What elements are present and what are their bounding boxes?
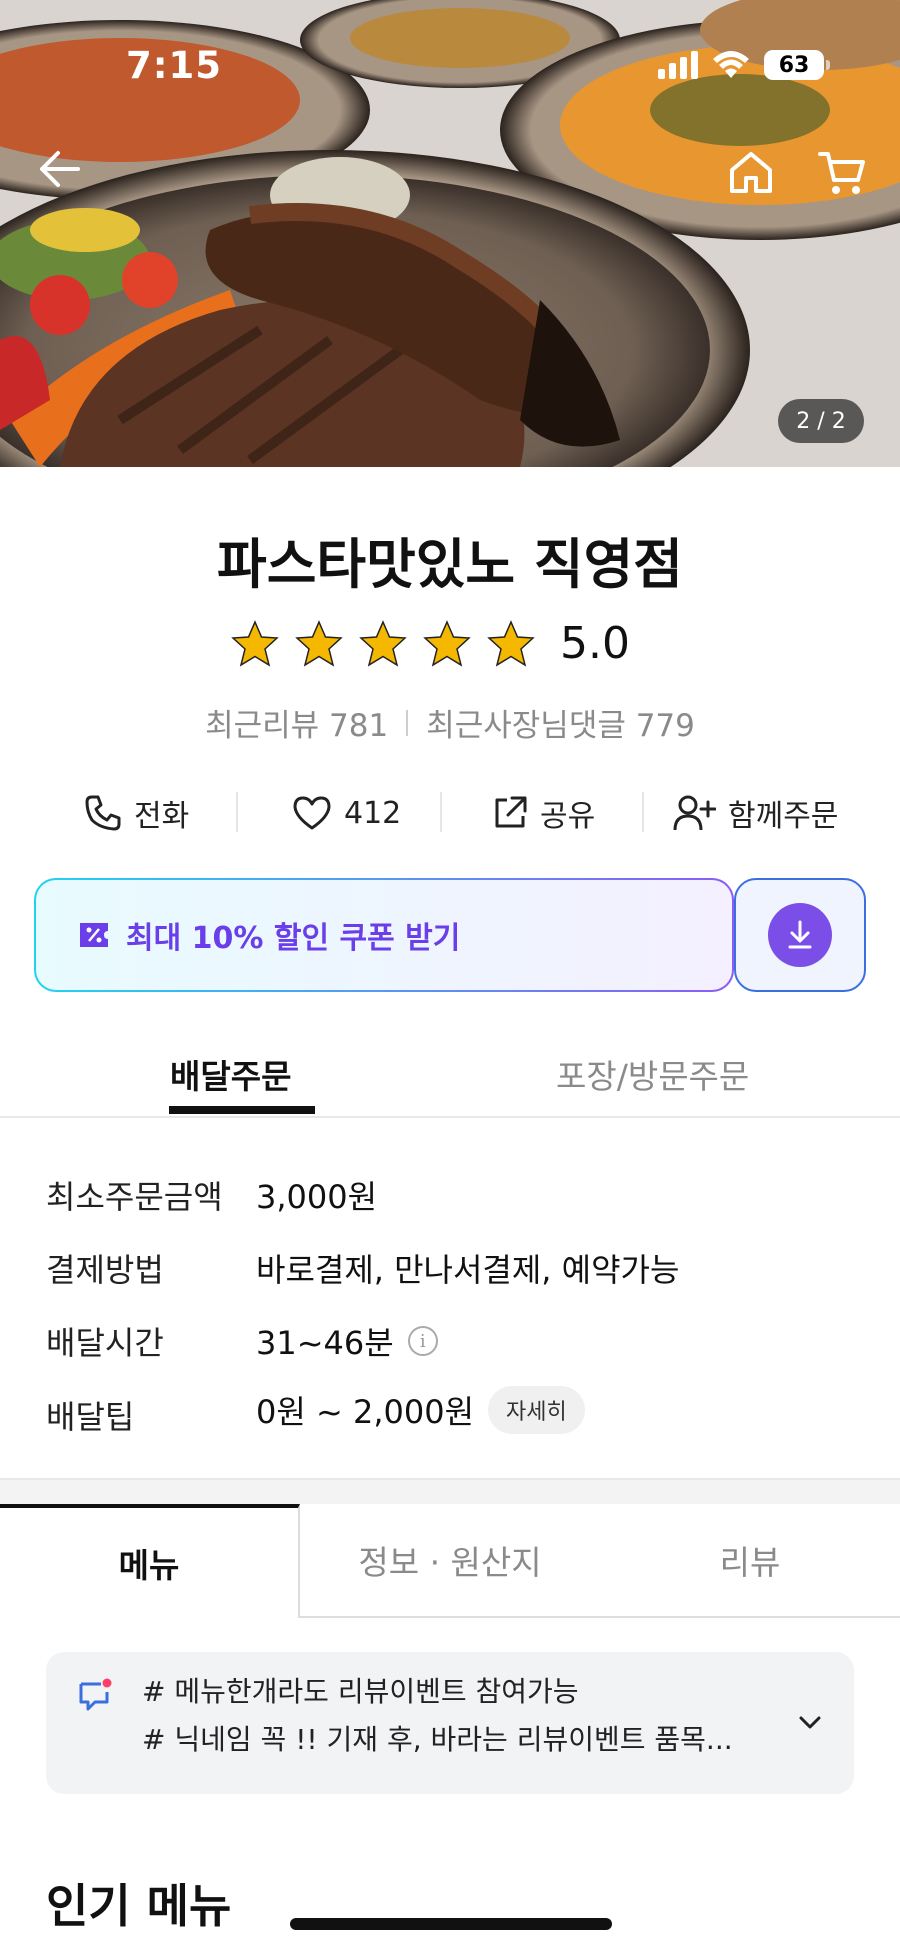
rating-row[interactable]: 5.0 [230, 618, 630, 669]
cart-button[interactable] [818, 150, 866, 200]
store-section-tabs: 메뉴 정보 · 원산지 리뷰 [0, 1504, 900, 1618]
battery-indicator: 63 [764, 50, 830, 80]
status-icons: 63 [658, 50, 830, 80]
group-order-button[interactable]: 함께주문 [672, 788, 838, 838]
delivery-tip-label: 배달팁 [46, 1398, 135, 1436]
signal-icon [658, 51, 698, 79]
coupon-download-button[interactable] [734, 878, 866, 992]
chevron-down-icon[interactable] [796, 1708, 824, 1736]
store-notice[interactable]: # 메뉴한개라도 리뷰이벤트 참여가능 # 닉네임 꼭 !! 기재 후, 바라는… [46, 1652, 854, 1794]
tab-delivery-order[interactable]: 배달주문 [170, 1050, 291, 1098]
tab-pickup-order[interactable]: 포장/방문주문 [556, 1050, 749, 1098]
notice-line-1: # 메뉴한개라도 리뷰이벤트 참여가능 [142, 1675, 579, 1708]
share-button[interactable]: 공유 [492, 788, 595, 838]
tab-menu[interactable]: 메뉴 [0, 1504, 300, 1618]
coupon-icon [80, 923, 108, 947]
delivery-time-label: 배달시간 [46, 1324, 164, 1362]
review-counts[interactable]: 최근리뷰 781 최근사장님댓글 779 [0, 700, 900, 745]
divider [642, 792, 644, 832]
call-button[interactable]: 전화 [84, 788, 189, 838]
arrow-left-icon [40, 151, 80, 187]
image-page-counter: 2 / 2 [778, 399, 864, 443]
delivery-tip-details-button[interactable]: 자세히 [488, 1386, 585, 1434]
back-button[interactable] [38, 150, 80, 192]
divider [236, 792, 238, 832]
home-indicator[interactable] [290, 1918, 612, 1930]
tab-info-origin[interactable]: 정보 · 원산지 [300, 1504, 600, 1618]
info-icon[interactable]: i [407, 1326, 438, 1356]
divider [406, 709, 409, 736]
store-hero-image[interactable]: 7:15 63 2 / 2 [0, 0, 900, 467]
star-icon [487, 619, 535, 667]
notice-line-2: # 닉네임 꼭 !! 기재 후, 바라는 리뷰이벤트 품목... [142, 1723, 733, 1756]
tab-reviews[interactable]: 리뷰 [600, 1504, 900, 1618]
order-type-tabs: 배달주문 포장/방문주문 [0, 1040, 900, 1118]
share-label: 공유 [540, 799, 596, 834]
star-icon [231, 619, 279, 667]
like-count: 412 [344, 795, 402, 831]
delivery-tip-range: 0원 ~ 2,000원 [256, 1393, 475, 1431]
delivery-time-value: 31~46분 i [256, 1318, 438, 1364]
star-icon [295, 619, 343, 667]
wifi-icon [713, 51, 749, 78]
owner-replies-count[interactable]: 최근사장님댓글 779 [426, 700, 695, 745]
share-icon [495, 796, 527, 828]
phone-icon [85, 795, 121, 831]
chat-notice-icon [79, 1678, 112, 1711]
active-tab-indicator [169, 1106, 315, 1114]
call-label: 전화 [134, 799, 190, 834]
star-icon [423, 619, 471, 667]
like-button[interactable]: 412 [292, 788, 401, 838]
coupon-label: 최대 10% 할인 쿠폰 받기 [126, 921, 461, 956]
status-time: 7:15 [126, 44, 223, 87]
cart-icon [818, 152, 865, 194]
payment-method-label: 결제방법 [46, 1251, 164, 1289]
delivery-tip-value: 0원 ~ 2,000원 자세히 [256, 1386, 585, 1434]
payment-methods: 바로결제, 만나서결제, 예약가능 [256, 1251, 680, 1289]
recent-reviews-count[interactable]: 최근리뷰 781 [205, 700, 388, 745]
min-order-amount: 3,000원 [256, 1178, 378, 1216]
group-order-label: 함께주문 [728, 799, 839, 834]
rating-value: 5.0 [560, 618, 630, 669]
home-button[interactable] [728, 150, 774, 198]
status-bar: 7:15 63 [0, 0, 900, 130]
home-icon [730, 152, 772, 193]
min-order-label: 최소주문금액 [46, 1178, 223, 1216]
download-icon [788, 920, 812, 949]
min-order-value: 3,000원 [256, 1172, 377, 1218]
heart-icon [293, 796, 331, 830]
star-icon [359, 619, 407, 667]
delivery-time: 31~46분 [256, 1324, 394, 1362]
payment-method-value: 바로결제, 만나서결제, 예약가능 [256, 1245, 679, 1291]
divider [440, 792, 442, 832]
store-name: 파스타맛있노 직영점 [217, 533, 683, 596]
coupon-banner[interactable]: 최대 10% 할인 쿠폰 받기 [34, 878, 734, 992]
add-person-icon [673, 795, 716, 831]
download-circle [768, 903, 832, 967]
section-divider [0, 1478, 900, 1504]
popular-menu-heading: 인기 메뉴 [46, 1879, 232, 1933]
